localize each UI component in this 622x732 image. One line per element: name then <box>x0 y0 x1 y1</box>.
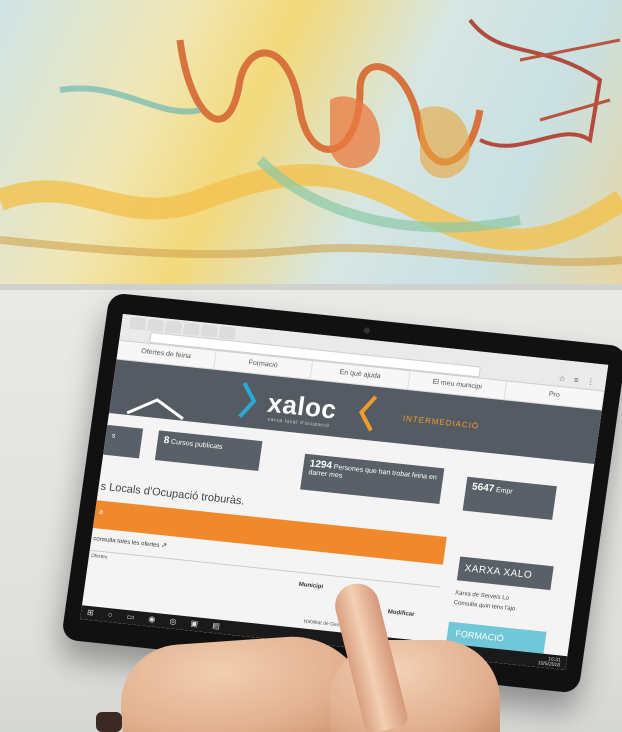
stat-label: Empr <box>495 486 514 496</box>
stat-card[interactable]: s <box>103 424 144 459</box>
stat-label: Cursos publicats <box>170 438 223 452</box>
modify-link[interactable]: Modificar <box>387 609 414 618</box>
stat-card[interactable]: 5647 Empr <box>462 476 557 520</box>
browser-tab[interactable] <box>218 326 237 340</box>
stat-value: 5647 <box>471 481 495 495</box>
external-link-icon: ↗ <box>160 542 168 550</box>
taskbar-date: 10/5/2018 <box>537 660 561 669</box>
browser-tab[interactable] <box>182 322 201 336</box>
chevron-orange-icon <box>358 395 378 432</box>
stat-value: 8 <box>162 434 170 447</box>
xarxa-description: Xarxa de Serveis Lo Consulta quin tens l… <box>453 588 543 617</box>
browser-tab[interactable] <box>200 324 219 338</box>
offers-bar-label: a <box>98 508 104 516</box>
browser-tab[interactable] <box>128 316 147 331</box>
stat-card[interactable]: 1294 Persones que han trobat feina en da… <box>300 453 445 505</box>
bracelet <box>96 712 122 732</box>
stat-card[interactable]: 8 Cursos publicats <box>154 430 263 471</box>
municipi-column[interactable]: Municipi <box>298 582 323 590</box>
browser-tab[interactable] <box>164 320 183 335</box>
painting-strokes <box>0 18 622 290</box>
all-offers-link[interactable]: consulta totes les ofertes ↗ <box>93 534 168 550</box>
browser-tab[interactable] <box>146 318 165 333</box>
abstract-painting <box>0 0 622 290</box>
chevron-blue-icon <box>238 382 257 418</box>
taskbar-clock[interactable]: 16:31 10/5/2018 <box>537 656 561 668</box>
photo: ☆ ≡ ⋮ Ofertes de feina Formació En què a… <box>0 0 622 732</box>
table-column-header: Ofertes <box>90 552 108 561</box>
stat-label: s <box>111 432 116 440</box>
camera-dot <box>363 327 371 334</box>
taskbar-app-icons[interactable]: ⊞ ○ ▭ ◉ ◎ ▣ ▤ <box>86 608 226 632</box>
section-label: INTERMEDIACIÓ <box>402 413 480 431</box>
all-offers-link-text: consulta totes les ofertes <box>92 536 160 549</box>
xarxa-xaloc-button[interactable]: XARXA XALO <box>456 556 554 591</box>
